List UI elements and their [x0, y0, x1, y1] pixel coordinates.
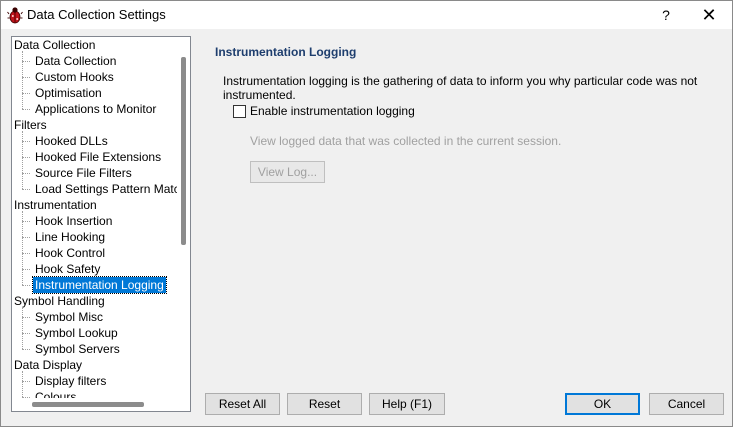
- tree-connector: [22, 371, 23, 397]
- tree-item-hook-control[interactable]: Hook Control: [33, 245, 107, 261]
- enable-logging-label[interactable]: Enable instrumentation logging: [250, 104, 415, 118]
- enable-logging-checkbox[interactable]: [233, 105, 246, 118]
- ok-button[interactable]: OK: [565, 393, 640, 415]
- tree-group-instrumentation[interactable]: Instrumentation: [14, 197, 97, 213]
- tree-connector: [22, 131, 23, 189]
- tree-item-hooked-dlls[interactable]: Hooked DLLs: [33, 133, 110, 149]
- tree-item-symbol-servers[interactable]: Symbol Servers: [33, 341, 122, 357]
- tree-group-data-display[interactable]: Data Display: [14, 357, 82, 373]
- tree-item-hook-safety[interactable]: Hook Safety: [33, 261, 102, 277]
- tree-connector: [22, 333, 30, 334]
- tree-connector: [22, 269, 30, 270]
- tree-connector: [22, 349, 30, 350]
- tree-connector: [22, 141, 30, 142]
- tree-connector: [22, 211, 23, 285]
- tree-item-load-settings-pattern-match[interactable]: Load Settings Pattern Match: [33, 181, 188, 197]
- horizontal-scrollbar[interactable]: [12, 398, 178, 411]
- tree-connector: [22, 51, 23, 109]
- window-title: Data Collection Settings: [27, 7, 166, 22]
- tree-connector: [22, 237, 30, 238]
- panel-description: Instrumentation logging is the gathering…: [223, 74, 698, 102]
- tree-item-instrumentation-logging[interactable]: Instrumentation Logging: [32, 276, 167, 294]
- tree-group-filters[interactable]: Filters: [14, 117, 47, 133]
- tree-item-line-hooking[interactable]: Line Hooking: [33, 229, 107, 245]
- tree-connector: [22, 221, 30, 222]
- view-log-hint: View logged data that was collected in t…: [250, 134, 562, 148]
- bug-icon: [7, 7, 23, 24]
- tree-connector: [22, 307, 23, 349]
- tree-item-optimisation[interactable]: Optimisation: [33, 85, 104, 101]
- dialog-window: Data Collection Settings ? ✕ Data Collec…: [0, 0, 733, 427]
- tree-group-data-collection[interactable]: Data Collection: [14, 37, 95, 53]
- scrollbar-corner: [177, 398, 190, 411]
- tree-connector: [22, 157, 30, 158]
- tree-connector: [22, 93, 30, 94]
- tree-connector: [22, 285, 30, 286]
- tree-connector: [22, 189, 30, 190]
- tree-group-symbol-handling[interactable]: Symbol Handling: [14, 293, 105, 309]
- tree-connector: [22, 317, 30, 318]
- tree-item-custom-hooks[interactable]: Custom Hooks: [33, 69, 116, 85]
- vertical-scroll-thumb[interactable]: [181, 57, 186, 245]
- cancel-button[interactable]: Cancel: [649, 393, 724, 415]
- reset-button[interactable]: Reset: [287, 393, 362, 415]
- tree-connector: [22, 109, 30, 110]
- title-bar[interactable]: Data Collection Settings ? ✕: [1, 1, 732, 29]
- help-button[interactable]: Help (F1): [369, 393, 445, 415]
- tree-item-symbol-misc[interactable]: Symbol Misc: [33, 309, 105, 325]
- settings-tree[interactable]: Data Collection Data Collection Custom Hoo…: [11, 36, 191, 412]
- tree-item-display-filters[interactable]: Display filters: [33, 373, 108, 389]
- tree-item-hook-insertion[interactable]: Hook Insertion: [33, 213, 114, 229]
- tree-connector: [22, 77, 30, 78]
- close-button[interactable]: ✕: [689, 1, 729, 29]
- tree-connector: [22, 61, 30, 62]
- view-log-button[interactable]: View Log...: [250, 161, 325, 183]
- vertical-scrollbar[interactable]: [177, 37, 190, 398]
- tree-item-data-collection[interactable]: Data Collection: [33, 53, 118, 69]
- horizontal-scroll-thumb[interactable]: [32, 402, 144, 407]
- reset-all-button[interactable]: Reset All: [205, 393, 280, 415]
- tree-connector: [22, 173, 30, 174]
- tree-item-hooked-file-extensions[interactable]: Hooked File Extensions: [33, 149, 163, 165]
- help-button-titlebar[interactable]: ?: [646, 1, 686, 29]
- tree-connector: [22, 381, 30, 382]
- tree-item-applications-to-monitor[interactable]: Applications to Monitor: [33, 101, 158, 117]
- tree-item-symbol-lookup[interactable]: Symbol Lookup: [33, 325, 120, 341]
- tree-item-source-file-filters[interactable]: Source File Filters: [33, 165, 134, 181]
- tree-connector: [22, 253, 30, 254]
- panel-title: Instrumentation Logging: [215, 45, 357, 59]
